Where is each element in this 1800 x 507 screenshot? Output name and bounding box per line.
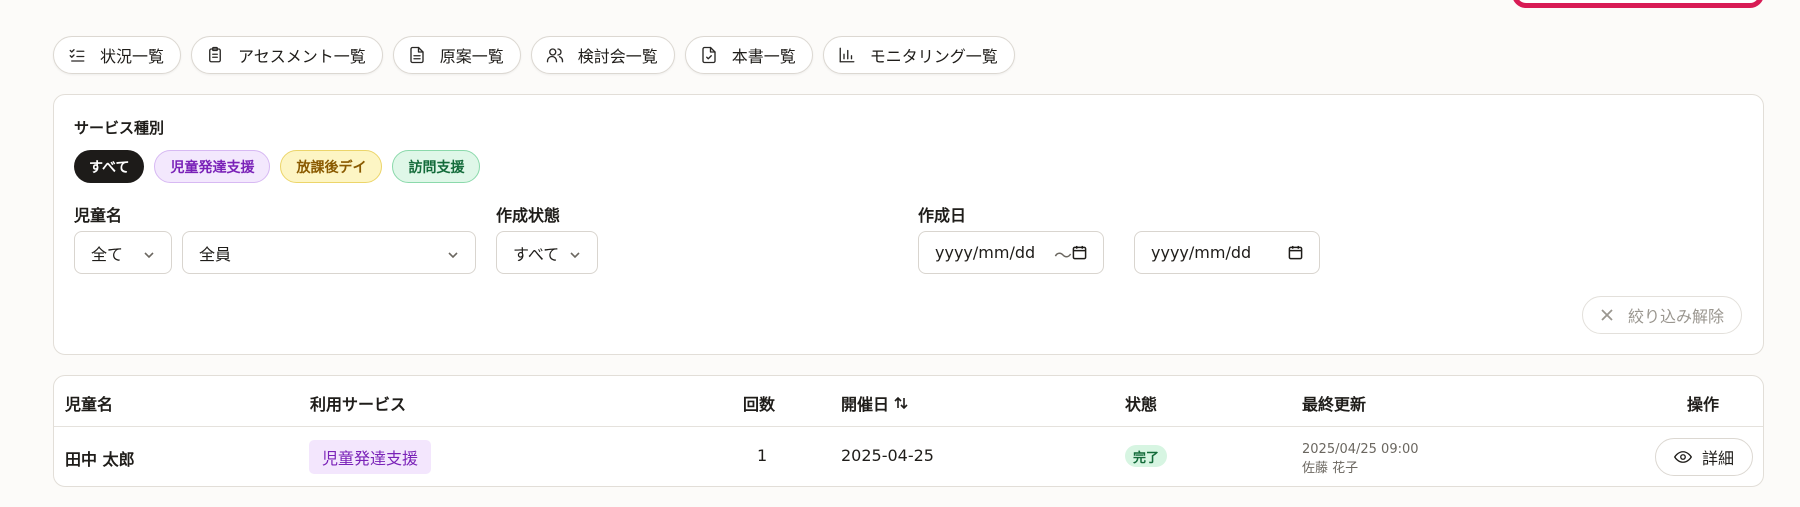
service-type-label: サービス種別 [74,119,165,137]
status-select[interactable]: すべて [496,231,598,274]
tab-label: 本書一覧 [731,47,796,66]
clear-filters-button[interactable]: 絞り込み解除 [1582,296,1742,334]
date-to-placeholder: yyyy/mm/dd [1151,243,1252,262]
status-select-value: すべて [513,244,560,264]
chevron-down-icon [447,246,459,259]
tab-draft-list[interactable]: 原案一覧 [392,36,521,74]
list-check-icon [69,49,85,62]
child-select[interactable]: 全員 [182,231,476,274]
status-label: 作成状態 [496,206,561,225]
calendar-icon[interactable] [1288,245,1303,260]
created-date-label: 作成日 [918,206,967,225]
chip-after-school[interactable]: 放課後デイ [280,150,383,183]
date-from-input[interactable]: yyyy/mm/dd [918,231,1104,274]
clear-filters-label: 絞り込み解除 [1627,307,1724,326]
close-icon [1601,309,1613,321]
header-count: 回数 [743,395,776,414]
tab-meeting-list[interactable]: 検討会一覧 [530,36,675,74]
eye-icon [1673,451,1692,463]
date-range-separator: ～ [1054,246,1072,267]
date-to-input[interactable]: yyyy/mm/dd [1134,231,1320,274]
chevron-down-icon [569,246,581,259]
table-header: 児童名 利用サービス 回数 開催日 状態 最終更新 操作 [54,376,1763,427]
chip-visit-support[interactable]: 訪問支援 [392,150,481,183]
cell-updated: 2025/04/25 09:00 佐藤 花子 [1302,440,1419,478]
date-from-placeholder: yyyy/mm/dd [935,243,1036,262]
detail-label: 詳細 [1701,449,1734,468]
results-table: 児童名 利用サービス 回数 開催日 状態 最終更新 操作 田中 太郎 児童発達支… [53,375,1764,487]
chevron-down-icon [143,246,155,259]
users-icon [546,48,563,63]
document-icon [410,46,424,64]
tab-monitoring-list[interactable]: モニタリング一覧 [822,36,1015,74]
status-badge: 完了 [1125,445,1168,467]
header-service: 利用サービス [310,395,407,414]
tab-label: 検討会一覧 [577,47,658,66]
tab-final-list[interactable]: 本書一覧 [684,36,813,74]
service-chips: すべて 児童発達支援 放課後デイ 訪問支援 [74,150,481,183]
cell-date: 2025-04-25 [841,446,934,465]
tab-label: モニタリング一覧 [869,47,998,66]
file-check-icon [702,46,716,64]
header-date: 開催日 [841,395,890,414]
filter-panel: サービス種別 すべて 児童発達支援 放課後デイ 訪問支援 児童名 全て 全員 作… [53,94,1764,355]
clipboard-icon [209,46,221,63]
tab-label: アセスメント一覧 [238,47,366,66]
primary-action-button[interactable] [1512,0,1764,8]
tab-label: 状況一覧 [100,47,165,66]
cell-child-name: 田中 太郎 [65,450,135,469]
tab-label: 原案一覧 [439,47,504,66]
header-status: 状態 [1125,395,1158,414]
updated-timestamp: 2025/04/25 09:00 [1302,442,1419,457]
tab-status-list[interactable]: 状況一覧 [53,36,182,74]
header-child-name: 児童名 [65,395,114,414]
sort-icon [894,396,908,410]
header-actions: 操作 [1687,395,1720,414]
service-badge: 児童発達支援 [309,440,432,474]
detail-button[interactable]: 詳細 [1655,438,1753,476]
bar-chart-icon [839,47,855,63]
updated-by: 佐藤 花子 [1302,461,1359,476]
chip-child-development[interactable]: 児童発達支援 [154,150,271,183]
header-date-sortable[interactable]: 開催日 [841,391,909,415]
calendar-icon[interactable] [1072,245,1087,260]
cell-count: 1 [757,446,768,465]
tab-assessment-list[interactable]: アセスメント一覧 [191,36,383,74]
child-scope-select[interactable]: 全て [74,231,172,274]
child-select-value: 全員 [199,244,232,264]
child-name-label: 児童名 [74,206,123,225]
child-scope-value: 全て [91,244,124,264]
chip-all[interactable]: すべて [74,150,145,183]
header-updated: 最終更新 [1302,395,1367,414]
list-tabs: 状況一覧 アセスメント一覧 原案一覧 検討会一覧 本書一覧 モニタリング一覧 [53,36,1015,74]
